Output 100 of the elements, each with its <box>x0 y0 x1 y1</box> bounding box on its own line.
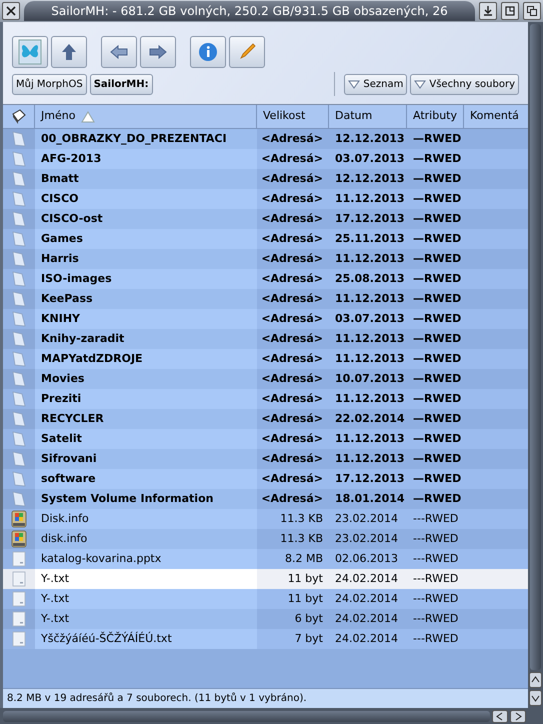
file-name: katalog-kovarina.pptx <box>41 550 162 567</box>
attributes-cell-text: —RWED <box>413 170 462 187</box>
drive-icon <box>11 510 27 528</box>
date-cell-text: 23.02.2014 <box>335 530 398 547</box>
size-cell-text: <Adresá> <box>261 150 323 167</box>
date-cell-text: 24.02.2014 <box>335 570 398 587</box>
attributes-cell-text: —RWED <box>413 370 462 387</box>
status-text: 8.2 MB v 19 adresářů a 7 souborech. (11 bytů v 1 vybráno). <box>7 692 307 706</box>
attributes-cell-text: —RWED <box>413 390 462 407</box>
size-cell-text: <Adresá> <box>261 270 323 287</box>
folder-icon <box>12 191 26 207</box>
date-cell-text: 11.12.2013 <box>335 430 405 447</box>
file-row[interactable]: katalog-kovarina.pptx 8.2 MB 02.06.2013 ---RWED <box>3 549 528 569</box>
size-cell-text: <Adresá> <box>261 350 323 367</box>
size-cell-text: <Adresá> <box>261 450 323 467</box>
edit-button[interactable] <box>229 36 265 68</box>
file-name: Satelit <box>41 430 82 447</box>
attributes-cell-text: —RWED <box>413 230 462 247</box>
file-row[interactable]: AFG-2013 <Adresá> 03.07.2013 —RWED <box>3 149 528 169</box>
file-name: Yščžýáíéú-ŠČŽÝÁÍÉÚ.txt <box>41 630 172 647</box>
file-row[interactable]: Disk.info 11.3 KB 23.02.2014 ---RWED <box>3 509 528 529</box>
depth-button[interactable] <box>523 2 541 20</box>
path-button[interactable]: SailorMH: <box>90 74 153 94</box>
file-row[interactable]: MAPYatdZDROJE <Adresá> 11.12.2013 —RWED <box>3 349 528 369</box>
file-row[interactable]: Satelit <Adresá> 11.12.2013 —RWED <box>3 429 528 449</box>
attributes-cell-text: —RWED <box>413 150 462 167</box>
document-icon <box>12 551 26 567</box>
file-row[interactable]: software <Adresá> 17.12.2013 —RWED <box>3 469 528 489</box>
date-cell-text: 24.02.2014 <box>335 590 398 607</box>
butterfly-icon <box>18 39 42 65</box>
folder-icon <box>12 371 26 387</box>
scroll-right-icon[interactable] <box>510 710 526 722</box>
size-cell-text: <Adresá> <box>261 230 323 247</box>
horizontal-scrollbar[interactable] <box>3 710 490 722</box>
folder-icon <box>12 171 26 187</box>
folder-icon <box>12 411 26 427</box>
close-button[interactable] <box>2 2 20 20</box>
folder-icon <box>12 491 26 507</box>
date-cell-text: 11.12.2013 <box>335 190 405 207</box>
folder-icon <box>12 151 26 167</box>
scroll-up-icon[interactable] <box>529 672 542 688</box>
date-cell-text: 03.07.2013 <box>335 310 405 327</box>
file-name: disk.info <box>41 530 88 547</box>
window-title: SailorMH: - 681.2 GB volných, 250.2 GB/931.5 GB obsazených, 26 <box>51 3 448 20</box>
triangle-icon <box>348 80 360 88</box>
size-cell-text: <Adresá> <box>261 470 323 487</box>
file-row[interactable]: ISO-images <Adresá> 25.08.2013 —RWED <box>3 269 528 289</box>
attributes-cell-text: —RWED <box>413 190 462 207</box>
file-name: software <box>41 470 96 487</box>
folder-icon <box>12 311 26 327</box>
scroll-down-icon[interactable] <box>529 690 542 706</box>
back-button[interactable] <box>101 36 137 68</box>
folder-icon <box>12 471 26 487</box>
file-row[interactable]: Preziti <Adresá> 11.12.2013 —RWED <box>3 389 528 409</box>
file-row[interactable]: Y-.txt 11 byt 24.02.2014 ---RWED <box>3 569 528 589</box>
file-row[interactable]: Yščžýáíéú-ŠČŽÝÁÍÉÚ.txt 7 byt 24.02.2014 ---RWED <box>3 629 528 649</box>
dropdown-button[interactable]: Všechny soubory <box>410 74 519 94</box>
drive-icon <box>11 530 27 548</box>
column-header[interactable]: Datum <box>329 105 407 128</box>
date-cell-text: 17.12.2013 <box>335 470 405 487</box>
file-row[interactable]: CISCO <Adresá> 11.12.2013 —RWED <box>3 189 528 209</box>
vertical-scrollbar[interactable] <box>528 22 543 708</box>
attributes-cell-text: —RWED <box>413 350 462 367</box>
column-header[interactable]: Velikost <box>257 105 329 128</box>
column-header[interactable]: Atributy <box>407 105 464 128</box>
attributes-cell-text: —RWED <box>413 330 462 347</box>
file-name: RECYCLER <box>41 410 104 427</box>
info-icon <box>198 42 218 62</box>
parent-button[interactable] <box>51 36 87 68</box>
attributes-cell-text: —RWED <box>413 450 462 467</box>
file-row[interactable]: KNIHY <Adresá> 03.07.2013 —RWED <box>3 309 528 329</box>
date-cell-text: 11.12.2013 <box>335 250 405 267</box>
forward-button[interactable] <box>140 36 176 68</box>
file-name: ISO-images <box>41 270 112 287</box>
download-button[interactable] <box>479 2 497 20</box>
column-header[interactable]: Jméno <box>35 105 257 128</box>
close-icon <box>6 6 16 16</box>
attributes-cell-text: ---RWED <box>413 610 458 627</box>
size-cell-text: <Adresá> <box>261 250 323 267</box>
up-arrow-icon <box>61 43 77 61</box>
date-cell-text: 11.12.2013 <box>335 330 405 347</box>
attributes-cell-text: ---RWED <box>413 550 458 567</box>
info-button[interactable] <box>190 36 226 68</box>
file-row[interactable]: Y-.txt 11 byt 24.02.2014 ---RWED <box>3 589 528 609</box>
triangle-icon <box>414 80 426 88</box>
date-cell-text: 11.12.2013 <box>335 450 405 467</box>
attributes-cell-text: —RWED <box>413 270 462 287</box>
size-cell-text: <Adresá> <box>261 330 323 347</box>
file-row[interactable]: Games <Adresá> 25.11.2013 —RWED <box>3 229 528 249</box>
path-button[interactable]: Můj MorphOS <box>12 74 87 94</box>
zoom-button[interactable] <box>501 2 519 20</box>
scroll-left-icon[interactable] <box>492 710 508 722</box>
column-header[interactable]: Komentá <box>464 105 528 128</box>
attributes-cell-text: ---RWED <box>413 630 458 647</box>
folder-icon <box>12 231 26 247</box>
attributes-cell-text: —RWED <box>413 310 462 327</box>
size-cell-text: 8.2 MB <box>284 550 323 567</box>
file-name: Disk.info <box>41 510 89 527</box>
morphos-button[interactable] <box>12 36 48 68</box>
dropdown-button[interactable]: Seznam <box>344 74 408 94</box>
